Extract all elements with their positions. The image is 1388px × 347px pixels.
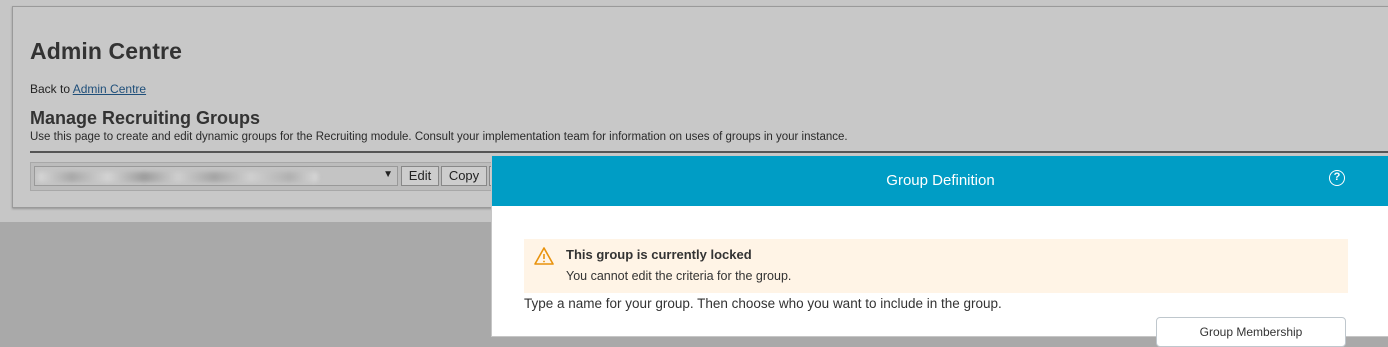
alert-title: This group is currently locked xyxy=(566,247,752,262)
admin-centre-link[interactable]: Admin Centre xyxy=(73,82,146,96)
copy-button[interactable]: Copy xyxy=(441,166,487,186)
back-prefix: Back to xyxy=(30,82,71,96)
group-definition-dialog: Group Definition ? This group is current… xyxy=(491,155,1388,347)
instructions-text: Type a name for your group. Then choose … xyxy=(524,296,1002,311)
group-select[interactable]: ▼ xyxy=(34,166,398,186)
group-select-value xyxy=(38,172,318,182)
dialog-title: Group Definition xyxy=(886,172,995,189)
alert-body: You cannot edit the criteria for the gro… xyxy=(566,269,792,283)
locked-alert: This group is currently locked You canno… xyxy=(524,239,1348,293)
dropdown-caret-icon: ▼ xyxy=(383,169,393,180)
warning-icon xyxy=(534,247,554,265)
edit-button[interactable]: Edit xyxy=(401,166,439,186)
section-title: Manage Recruiting Groups xyxy=(30,108,261,128)
page-title: Admin Centre xyxy=(30,38,182,64)
back-row: Back to Admin Centre xyxy=(30,82,146,96)
dialog-header: Group Definition ? xyxy=(492,156,1388,206)
divider xyxy=(30,151,1388,153)
help-icon[interactable]: ? xyxy=(1329,170,1345,186)
group-membership-button[interactable]: Group Membership xyxy=(1156,317,1346,347)
section-description: Use this page to create and edit dynamic… xyxy=(30,131,848,143)
